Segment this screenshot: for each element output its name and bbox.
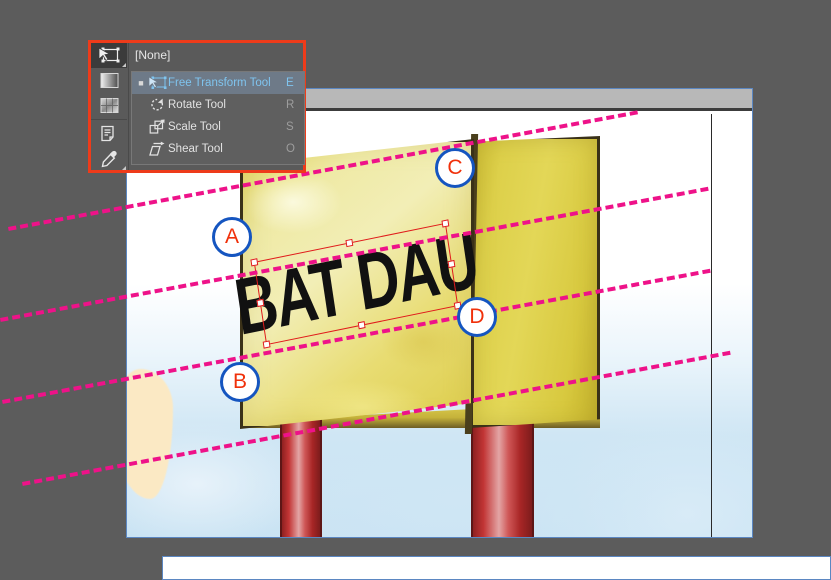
menu-item-free-transform-tool[interactable]: ■ Free Transform Tool E bbox=[132, 72, 304, 94]
billboard-post-left bbox=[280, 414, 322, 537]
menu-item-label: Free Transform Tool bbox=[168, 77, 271, 89]
menu-item-rotate-tool[interactable]: Rotate Tool R bbox=[132, 94, 304, 116]
transform-handle-top-center[interactable] bbox=[345, 238, 354, 248]
annotation-marker-c: C bbox=[435, 148, 475, 188]
gradient-tool-button[interactable] bbox=[91, 68, 127, 93]
billboard-side-panel bbox=[470, 136, 600, 428]
menu-item-shortcut: E bbox=[286, 77, 294, 89]
annotation-marker-b: B bbox=[220, 362, 260, 402]
app-root: BAT DAU [None] ■ Free Transform Tool E R… bbox=[0, 0, 831, 580]
transform-handle-middle-right[interactable] bbox=[447, 259, 456, 269]
mesh-tool-button[interactable] bbox=[91, 93, 127, 118]
transform-handle-top-left[interactable] bbox=[250, 258, 259, 267]
eyedropper-icon bbox=[101, 150, 117, 167]
menu-item-shortcut: S bbox=[286, 121, 294, 133]
transform-handle-middle-left[interactable] bbox=[256, 298, 265, 308]
eyedropper-tool-button[interactable] bbox=[91, 146, 127, 171]
menu-item-shortcut: R bbox=[286, 99, 295, 111]
flyout-triangle-icon bbox=[122, 63, 126, 67]
tool-separator bbox=[91, 119, 127, 120]
free-transform-icon bbox=[98, 47, 120, 63]
flyout-triangle-icon bbox=[122, 166, 126, 170]
tool-flyout-menu[interactable]: ■ Free Transform Tool E Rotate Tool R Sc… bbox=[131, 71, 305, 165]
bottom-panel bbox=[162, 556, 831, 580]
menu-item-label: Shear Tool bbox=[168, 143, 223, 155]
mesh-icon bbox=[100, 98, 118, 113]
annotation-marker-a: A bbox=[212, 217, 252, 257]
menu-item-shortcut: O bbox=[286, 143, 295, 155]
tool-strip bbox=[91, 43, 129, 170]
gradient-icon bbox=[100, 73, 118, 88]
menu-bullet: ■ bbox=[138, 77, 144, 88]
transform-handle-bottom-left[interactable] bbox=[262, 340, 271, 349]
artboard-edge bbox=[711, 114, 712, 537]
tool-panel: [None] ■ Free Transform Tool E Rotate To… bbox=[88, 40, 306, 173]
menu-item-label: Rotate Tool bbox=[168, 99, 226, 111]
transform-handle-top-right[interactable] bbox=[441, 219, 450, 228]
menu-item-scale-tool[interactable]: Scale Tool S bbox=[132, 116, 304, 138]
menu-item-label: Scale Tool bbox=[168, 121, 221, 133]
free-transform-icon bbox=[146, 76, 168, 90]
menu-item-shear-tool[interactable]: Shear Tool O bbox=[132, 138, 304, 160]
rotate-icon bbox=[146, 97, 168, 113]
transform-handle-bottom-center[interactable] bbox=[357, 321, 366, 330]
shear-icon bbox=[146, 141, 168, 157]
free-transform-tool-button[interactable] bbox=[91, 43, 127, 68]
annotation-marker-d: D bbox=[457, 297, 497, 337]
symbol-sprayer-tool-button[interactable] bbox=[91, 121, 127, 146]
tool-status-label: [None] bbox=[135, 48, 171, 62]
notes-icon bbox=[101, 125, 114, 141]
scale-icon bbox=[146, 119, 168, 135]
